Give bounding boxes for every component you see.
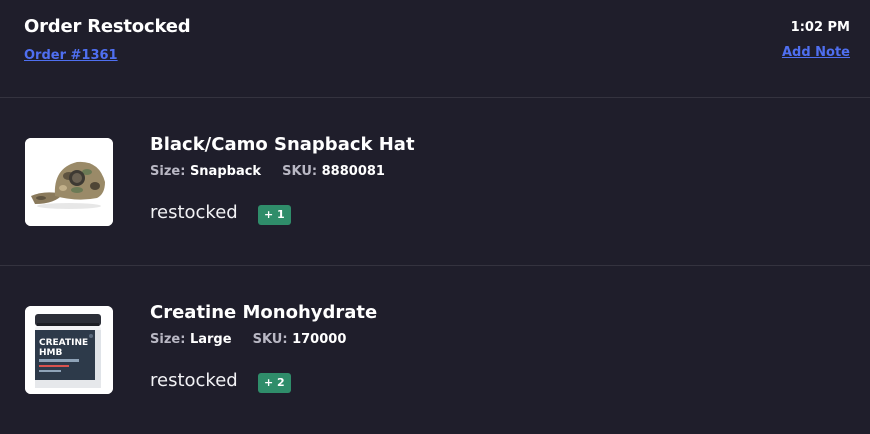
creatine-tub-image: CREATINE HMB [25, 306, 113, 394]
status-text: restocked [150, 370, 238, 391]
add-note-link[interactable]: Add Note [782, 45, 850, 60]
tub-label-line-2: HMB [39, 348, 62, 358]
product-image-hat [25, 138, 113, 226]
sku-label: SKU: [252, 332, 288, 347]
quantity-badge: + 2 [258, 373, 291, 393]
product-meta: Size: Snapback SKU: 8880081 [150, 164, 385, 179]
product-name: Black/Camo Snapback Hat [150, 134, 415, 155]
notification-header: Order Restocked Order #1361 1:02 PM Add … [0, 0, 870, 98]
tub-label-line-1: CREATINE [39, 338, 88, 348]
timestamp: 1:02 PM [790, 20, 850, 35]
size-label: Size: [150, 332, 186, 347]
size-value: Large [189, 332, 232, 347]
sku-value: 8880081 [321, 164, 385, 179]
order-link[interactable]: Order #1361 [24, 48, 118, 63]
list-item: CREATINE HMB Creatine Monohydrate Size: … [0, 266, 870, 434]
list-item: Black/Camo Snapback Hat Size: Snapback S… [0, 98, 870, 266]
camo-hat-image [25, 138, 113, 226]
product-meta: Size: Large SKU: 170000 [150, 332, 346, 347]
quantity-badge: + 1 [258, 205, 291, 225]
product-name: Creatine Monohydrate [150, 302, 378, 323]
size-value: Snapback [189, 164, 262, 179]
page-title: Order Restocked [24, 16, 191, 37]
status-text: restocked [150, 202, 238, 223]
size-label: Size: [150, 164, 186, 179]
product-image-creatine: CREATINE HMB [25, 306, 113, 394]
sku-label: SKU: [282, 164, 318, 179]
sku-value: 170000 [292, 332, 347, 347]
